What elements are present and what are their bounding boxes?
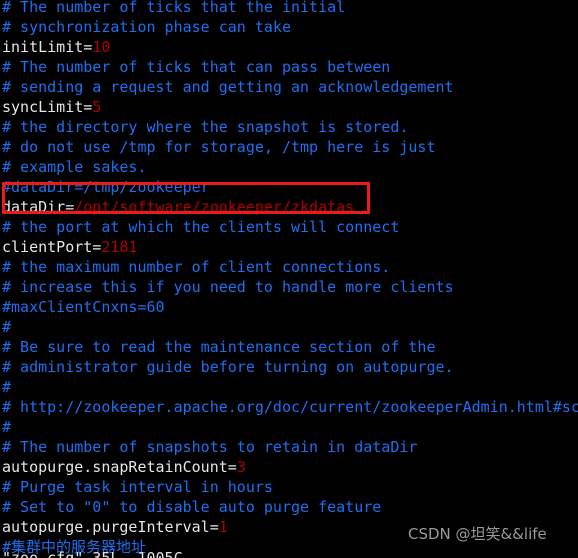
code-line: # The number of ticks that the initial	[2, 0, 578, 17]
code-span: 2181	[101, 238, 138, 256]
code-span: #	[2, 318, 12, 336]
code-span: initLimit=	[2, 38, 93, 56]
code-span: # Be sure to read the maintenance sectio…	[2, 338, 436, 356]
code-span: autopurge.snapRetainCount=	[2, 458, 237, 476]
code-line: #	[2, 417, 578, 437]
code-line: #	[2, 317, 578, 337]
code-span: autopurge.purgeInterval=	[2, 518, 219, 536]
code-span: # administrator guide before turning on …	[2, 358, 454, 376]
code-span: # increase this if you need to handle mo…	[2, 278, 454, 296]
code-line: # do not use /tmp for storage, /tmp here…	[2, 137, 578, 157]
code-span: clientPort=	[2, 238, 102, 256]
code-span: 5	[92, 98, 102, 116]
code-span: # synchronization phase can take	[2, 18, 291, 36]
code-span: # example sakes.	[2, 158, 147, 176]
code-line: # administrator guide before turning on …	[2, 357, 578, 377]
code-span: # http://zookeeper.apache.org/doc/curren…	[2, 398, 578, 416]
code-line: # Purge task interval in hours	[2, 477, 578, 497]
code-line: dataDir=/opt/software/zookeeper/zkdatas	[2, 197, 578, 217]
terminal-window: # The number of ticks that the initial # …	[0, 0, 578, 558]
code-line: initLimit=10	[2, 37, 578, 57]
code-span: 3	[236, 458, 246, 476]
code-line: autopurge.snapRetainCount=3	[2, 457, 578, 477]
code-span: #maxClientCnxns=60	[2, 298, 165, 316]
code-span: # The number of snapshots to retain in d…	[2, 438, 418, 456]
code-line: #	[2, 377, 578, 397]
code-span: #	[2, 378, 12, 396]
code-span: # the directory where the snapshot is st…	[2, 118, 409, 136]
code-span: # the port at which the clients will con…	[2, 218, 400, 236]
code-line: # sending a request and getting an ackno…	[2, 77, 578, 97]
code-span: # Purge task interval in hours	[2, 478, 273, 496]
code-line: # synchronization phase can take	[2, 17, 578, 37]
code-span: #	[2, 418, 12, 436]
code-span: 1	[218, 518, 228, 536]
code-span: # Set to "0" to disable auto purge featu…	[2, 498, 382, 516]
config-file-content[interactable]: # The number of ticks that the initial # …	[2, 0, 578, 558]
code-line: #maxClientCnxns=60	[2, 297, 578, 317]
code-span: /opt/software/zookeeper/zkdatas	[74, 198, 355, 216]
code-line: clientPort=2181	[2, 237, 578, 257]
code-line: # The number of snapshots to retain in d…	[2, 437, 578, 457]
code-span: #dataDir=/tmp/zookeeper	[2, 178, 210, 196]
code-span: syncLimit=	[2, 98, 93, 116]
code-line: # example sakes.	[2, 157, 578, 177]
csdn-watermark: CSDN @坦笑&&life	[408, 525, 547, 543]
vim-status-line: "zoo.cfg" 35L, 1005C	[2, 549, 183, 558]
code-line: # the port at which the clients will con…	[2, 217, 578, 237]
code-span: # sending a request and getting an ackno…	[2, 78, 454, 96]
code-span: # do not use /tmp for storage, /tmp here…	[2, 138, 436, 156]
code-line: syncLimit=5	[2, 97, 578, 117]
code-span: # The number of ticks that the initial	[2, 0, 346, 16]
code-line: # Set to "0" to disable auto purge featu…	[2, 497, 578, 517]
code-span: dataDir=	[2, 198, 75, 216]
code-line: #dataDir=/tmp/zookeeper	[2, 177, 578, 197]
code-span: # the maximum number of client connectio…	[2, 258, 391, 276]
code-span: 10	[92, 38, 111, 56]
code-line: # Be sure to read the maintenance sectio…	[2, 337, 578, 357]
code-line: # The number of ticks that can pass betw…	[2, 57, 578, 77]
code-span: # The number of ticks that can pass betw…	[2, 58, 391, 76]
code-line: # the directory where the snapshot is st…	[2, 117, 578, 137]
code-line: # increase this if you need to handle mo…	[2, 277, 578, 297]
code-line: # the maximum number of client connectio…	[2, 257, 578, 277]
code-line: # http://zookeeper.apache.org/doc/curren…	[2, 397, 578, 417]
